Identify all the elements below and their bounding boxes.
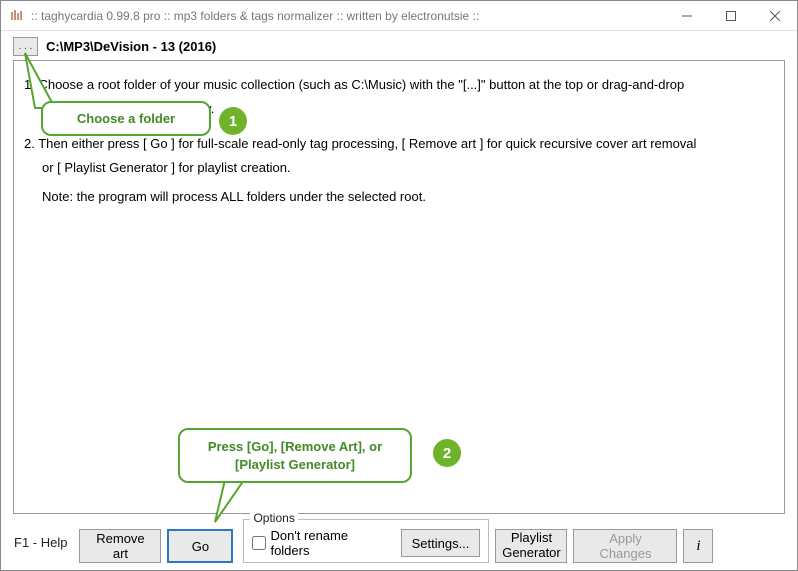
maximize-button[interactable]	[709, 1, 753, 31]
current-path: C:\MP3\DeVision - 13 (2016)	[46, 39, 216, 54]
apply-changes-button[interactable]: Apply Changes	[573, 529, 677, 563]
info-button[interactable]: i	[683, 529, 713, 563]
dont-rename-label[interactable]: Don't rename folders	[252, 528, 390, 558]
window-controls	[665, 1, 797, 31]
options-group: Options Don't rename folders Settings...	[243, 519, 489, 563]
instruction-note: Note: the program will process ALL folde…	[42, 187, 774, 207]
callout-choose-folder: Choose a folder	[41, 101, 211, 136]
remove-art-button[interactable]: Remove art	[79, 529, 161, 563]
titlebar: :: taghycardia 0.99.8 pro :: mp3 folders…	[1, 1, 797, 31]
callout-press-go: Press [Go], [Remove Art], or [Playlist G…	[178, 428, 412, 483]
bottom-bar: F1 - Help Remove art Go Options Don't re…	[2, 521, 796, 569]
dont-rename-text: Don't rename folders	[270, 528, 390, 558]
instruction-line: 2. Then either press [ Go ] for full-sca…	[24, 134, 774, 154]
step-badge-2: 2	[433, 439, 461, 467]
instruction-line: 1. Choose a root folder of your music co…	[24, 75, 774, 95]
path-row: . . . C:\MP3\DeVision - 13 (2016)	[1, 31, 797, 60]
minimize-button[interactable]	[665, 1, 709, 31]
browse-folder-button[interactable]: . . .	[13, 37, 38, 56]
dont-rename-checkbox[interactable]	[252, 536, 266, 550]
go-button[interactable]: Go	[167, 529, 233, 563]
instruction-line: or [ Playlist Generator ] for playlist c…	[42, 158, 774, 178]
window-title: :: taghycardia 0.99.8 pro :: mp3 folders…	[31, 9, 479, 23]
app-icon	[9, 8, 25, 24]
help-hint: F1 - Help	[14, 535, 67, 550]
options-legend: Options	[250, 511, 297, 525]
settings-button[interactable]: Settings...	[401, 529, 481, 557]
playlist-generator-button[interactable]: Playlist Generator	[495, 529, 567, 563]
close-button[interactable]	[753, 1, 797, 31]
step-badge-1: 1	[219, 107, 247, 135]
